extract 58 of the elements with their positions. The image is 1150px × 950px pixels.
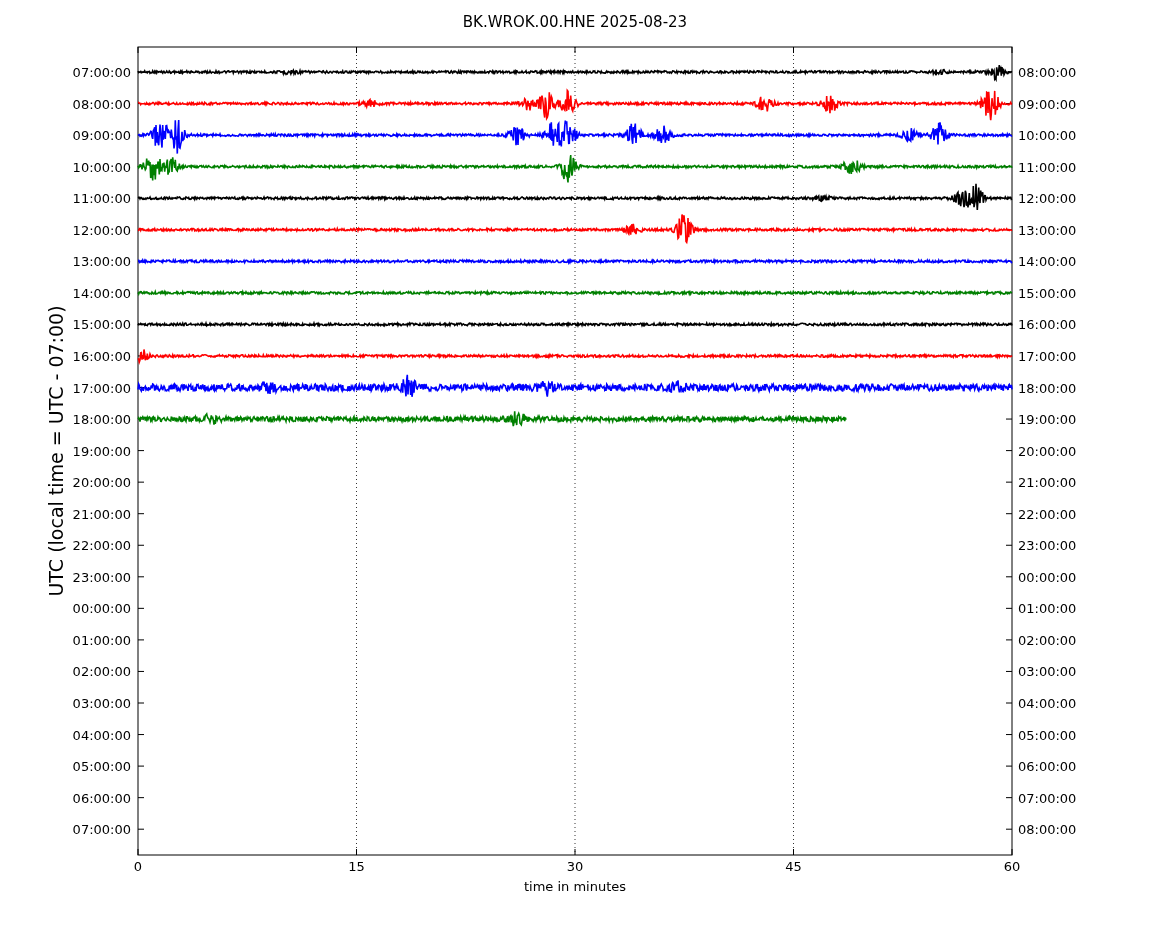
y-tick-label: 05:00:00 — [1018, 727, 1077, 743]
x-tick-label: 30 — [566, 859, 584, 874]
y-tick-label: 04:00:00 — [72, 727, 131, 743]
y-tick-label: 08:00:00 — [72, 96, 131, 112]
y-tick-label: 06:00:00 — [72, 790, 131, 806]
x-tick-label: 45 — [785, 859, 802, 874]
y-tick-label: 03:00:00 — [72, 696, 131, 711]
y-tick-label: 10:00:00 — [1018, 128, 1077, 144]
y-tick-label: 20:00:00 — [1018, 443, 1077, 459]
y-tick-label: 00:00:00 — [1018, 569, 1077, 585]
y-tick-label: 12:00:00 — [1018, 191, 1077, 207]
y-tick-label: 12:00:00 — [72, 222, 131, 238]
y-tick-label: 16:00:00 — [1018, 317, 1077, 333]
y-tick-label: 17:00:00 — [72, 380, 131, 396]
y-tick-label: 04:00:00 — [1018, 696, 1077, 711]
y-tick-label: 22:00:00 — [1018, 506, 1077, 522]
y-tick-label: 15:00:00 — [1018, 285, 1077, 301]
y-tick-label: 07:00:00 — [1018, 790, 1077, 806]
y-tick-label: 01:00:00 — [1018, 601, 1077, 617]
y-tick-label: 08:00:00 — [1018, 65, 1077, 80]
y-tick-label: 19:00:00 — [72, 443, 131, 459]
y-tick-label: 16:00:00 — [72, 348, 131, 364]
y-tick-label: 23:00:00 — [1018, 538, 1077, 554]
chart-title: BK.WROK.00.HNE 2025-08-23 — [462, 13, 688, 31]
y-tick-label: 21:00:00 — [72, 506, 131, 522]
y-tick-label: 01:00:00 — [72, 632, 131, 648]
y-tick-label: 09:00:00 — [72, 128, 131, 144]
y-tick-label: 08:00:00 — [1018, 822, 1077, 838]
x-tick-label: 15 — [348, 859, 365, 874]
y-tick-label: 02:00:00 — [1018, 632, 1077, 648]
y-tick-label: 02:00:00 — [72, 664, 131, 680]
y-tick-label: 22:00:00 — [72, 538, 131, 554]
y-tick-label: 07:00:00 — [72, 65, 131, 80]
y-tick-label: 11:00:00 — [72, 191, 131, 207]
y-tick-label: 09:00:00 — [1018, 96, 1077, 112]
y-tick-label: 14:00:00 — [72, 285, 131, 301]
y-tick-label: 17:00:00 — [1018, 348, 1077, 364]
y-tick-label: 19:00:00 — [1018, 412, 1077, 428]
y-tick-label: 18:00:00 — [72, 412, 131, 428]
y-tick-label: 23:00:00 — [72, 569, 131, 585]
y-tick-label: 13:00:00 — [1018, 222, 1077, 238]
y-tick-label: 10:00:00 — [72, 159, 131, 175]
x-tick-label: 0 — [133, 859, 143, 874]
x-axis-label: time in minutes — [523, 879, 627, 894]
y-tick-label: 07:00:00 — [72, 822, 131, 838]
x-tick-label: 60 — [1003, 859, 1021, 874]
y-tick-label: 14:00:00 — [1018, 254, 1077, 270]
y-tick-label: 06:00:00 — [1018, 759, 1077, 775]
y-tick-label: 05:00:00 — [72, 759, 131, 775]
y-tick-label: 03:00:00 — [1018, 664, 1077, 680]
y-tick-label: 18:00:00 — [1018, 380, 1077, 396]
y-tick-label: 15:00:00 — [72, 317, 131, 333]
y-tick-label: 13:00:00 — [72, 254, 131, 270]
y-tick-label: 00:00:00 — [72, 601, 131, 617]
y-tick-label: 21:00:00 — [1018, 475, 1077, 491]
y-axis-label: UTC (local time = UTC - 07:00) — [45, 305, 67, 597]
y-tick-label: 20:00:00 — [72, 475, 131, 491]
y-tick-label: 11:00:00 — [1018, 159, 1077, 175]
